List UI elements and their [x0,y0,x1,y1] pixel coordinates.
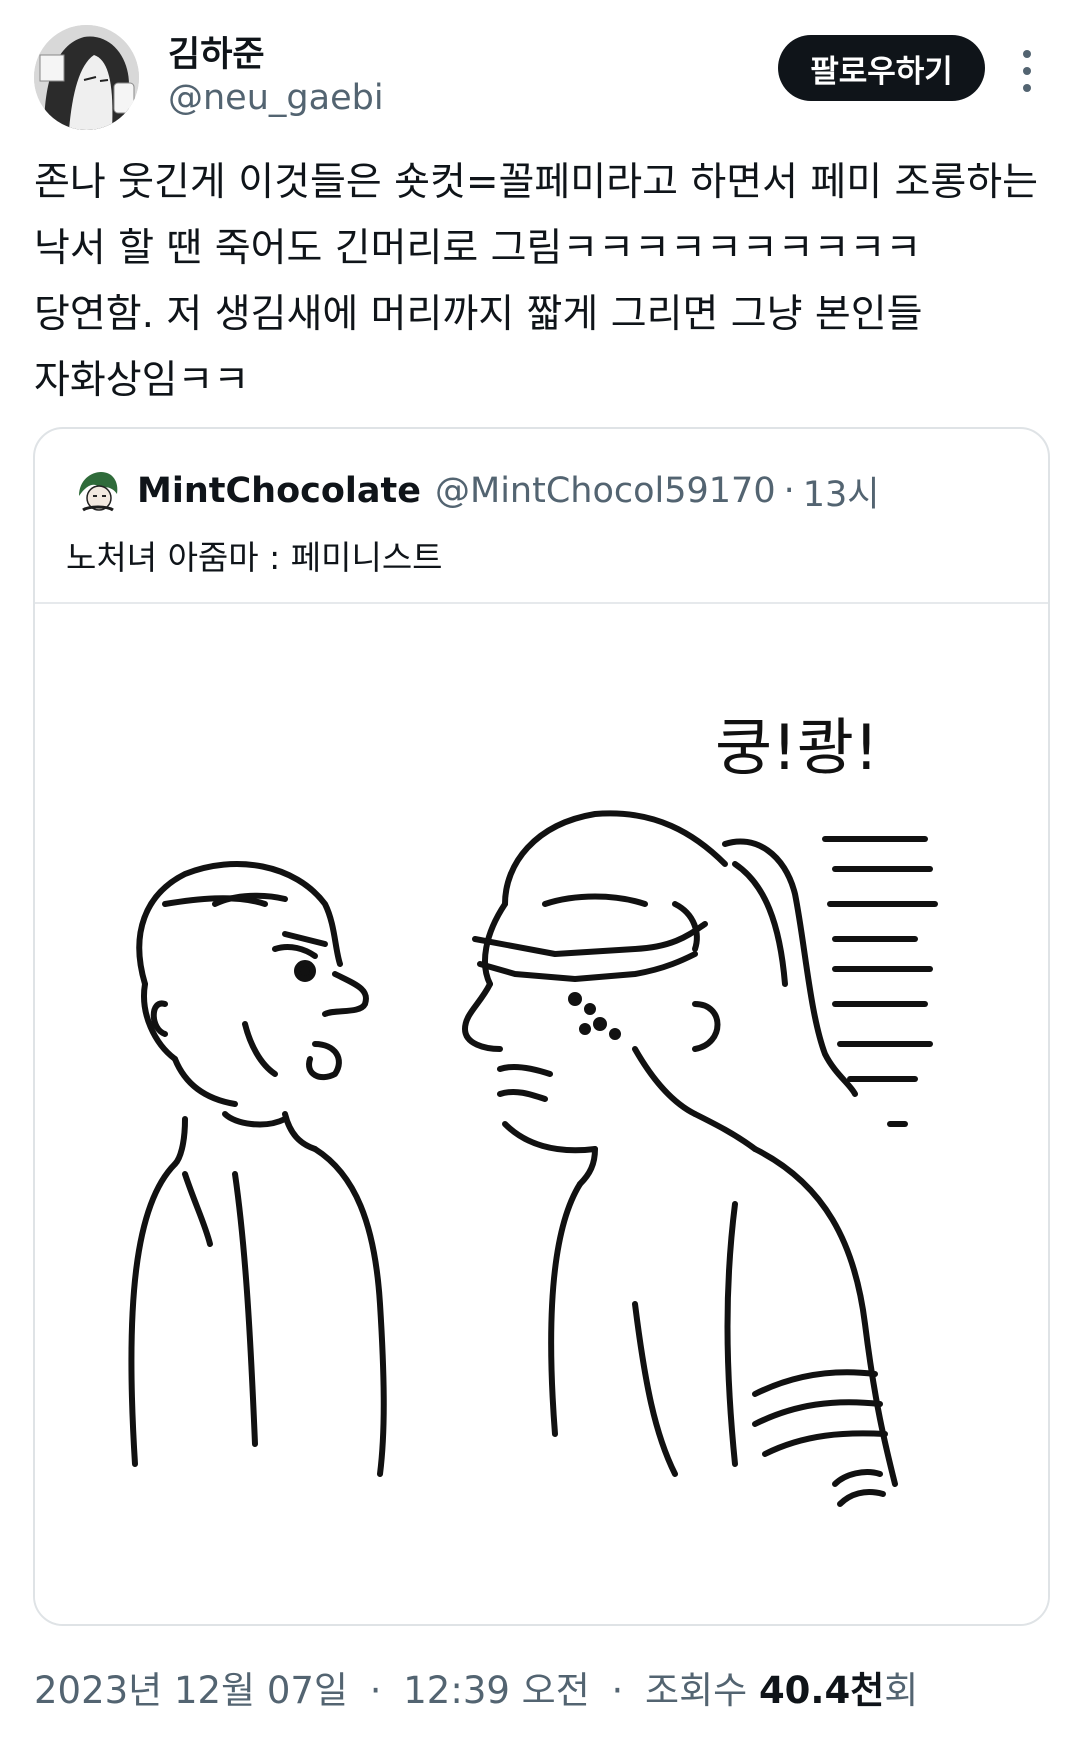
quoted-tweet[interactable]: MintChocolate @MintChocol59170 · 13시 노처녀… [33,427,1050,1626]
more-options-icon[interactable] [1012,46,1042,96]
tweet-line: 낙서 할 땐 죽어도 긴머리로 그림ㅋㅋㅋㅋㅋㅋㅋㅋㅋㅋ [34,226,922,271]
quoted-author-handle[interactable]: @MintChocol59170 [435,471,776,511]
tweet-meta: 2023년 12월 07일 · 12:39 오전 · 조회수 40.4천회 [34,1660,918,1714]
tweet-text: 존나 웃긴게 이것들은 숏컷=꼴페미라고 하면서 페미 조롱하는 낙서 할 땐 … [34,150,1054,414]
quoted-avatar-image [73,466,123,516]
meta-separator: · [611,1669,624,1712]
follow-button[interactable]: 팔로우하기 [778,35,985,101]
tweet-line: 자화상임ㅋㅋ [34,358,250,403]
author-handle[interactable]: @neu_gaebi [168,78,384,118]
views-suffix: 회 [884,1669,919,1712]
quoted-timestamp[interactable]: 13시 [803,466,880,517]
tweet-line: 존나 웃긴게 이것들은 숏컷=꼴페미라고 하면서 페미 조롱하는 [34,160,1039,205]
quoted-author-name[interactable]: MintChocolate [137,471,421,511]
meta-separator: · [369,1669,382,1712]
quoted-tweet-image[interactable]: 쿵!쾅! [35,602,1048,1624]
avatar-image [34,25,139,130]
sound-effect-text: 쿵!쾅! [715,711,879,784]
tweet-line: 당연함. 저 생김새에 머리까지 짧게 그리면 그냥 본인들 [34,292,923,337]
author-avatar[interactable] [34,25,139,130]
quoted-author-avatar[interactable] [73,466,123,516]
cartoon-drawing: 쿵!쾅! [128,711,938,1507]
tweet-time[interactable]: 12:39 오전 [403,1669,589,1712]
author-name[interactable]: 김하준 [168,26,265,77]
views-label: 조회수 [645,1669,748,1712]
quoted-tweet-text: 노처녀 아줌마 : 페미니스트 [66,538,443,577]
quoted-tweet-header: MintChocolate @MintChocol59170 · 13시 [73,461,879,521]
views-count: 40.4천 [758,1669,885,1712]
tweet-date[interactable]: 2023년 12월 07일 [34,1669,348,1712]
quoted-separator: · [783,471,795,511]
